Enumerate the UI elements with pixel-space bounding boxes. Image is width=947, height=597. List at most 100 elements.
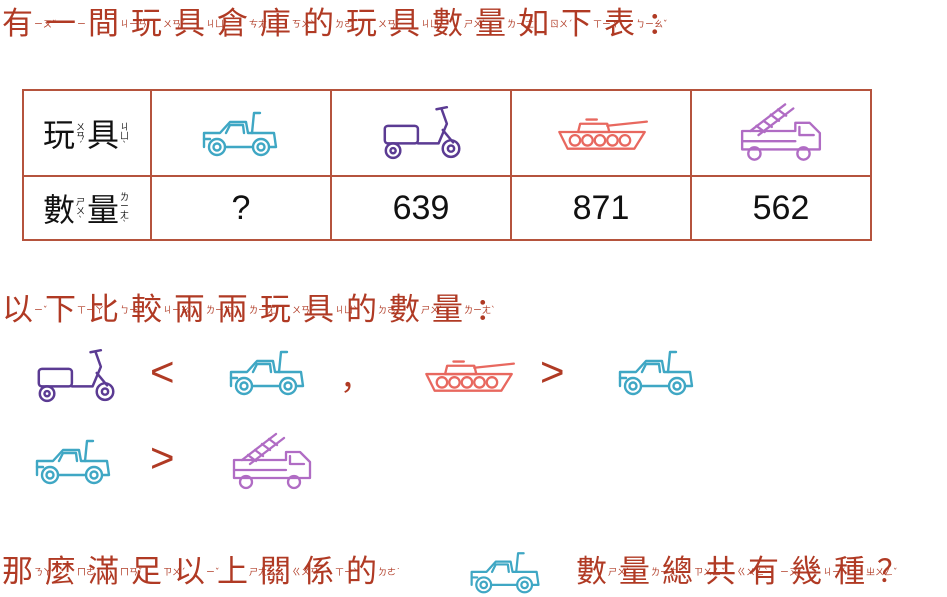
zhuyin-annotation: ㄘㄤ [249,20,268,30]
text-char: 數 [576,554,607,590]
less-than-sign: < [150,348,175,395]
text-char: 數 [42,191,75,229]
jeep-icon [35,439,111,485]
text-char: 玩 [346,6,377,42]
compare-intro: 以ㄧˇ下ㄒㄧㄚˋ比ㄅㄧˇ較ㄐㄧㄠˋ兩ㄌㄧㄤˇ兩ㄌㄧㄤˇ玩ㄨㄢˊ具ㄐㄩˋ的ㄉㄜ˙數… [2,290,506,330]
zhuyin-annotation: ㄒㄧㄚˋ [593,20,625,30]
text-char: 關 [260,554,291,590]
zhuyin-annotation: ㄕㄤˋ [249,568,272,578]
zhuyin-annotation: ㄌㄧㄤˋ [507,20,539,30]
count-cell-fire-truck: 562 [690,175,872,241]
zhuyin-annotation: ㄐㄧㄠˋ [163,306,195,316]
tank-icon [558,118,648,150]
text-char: 總 [662,554,693,590]
text-char: 共 [705,554,736,590]
text-char: 係 [303,554,334,590]
zhuyin-annotation: ㄐㄩˋ [335,306,358,316]
zhuyin-annotation: ㄉㄜ˙ [378,568,401,578]
text-char: 量 [475,6,506,42]
count-cell-jeep: ? [150,175,332,241]
toy-cell [690,89,872,177]
zhuyin-annotation: ㄐㄩˋ [421,20,444,30]
zhuyin-annotation: ㄧˇ [34,306,48,316]
zhuyin-annotation: ㄖㄨˊ [550,20,573,30]
zhuyin-annotation: ㄨㄢˊ [163,20,186,30]
text-char: 數 [389,292,420,328]
text-char: 間 [88,6,119,42]
greater-than-sign: > [540,348,565,395]
zhuyin-annotation: ㄇㄜ˙ [77,568,100,578]
toy-cell [150,89,332,177]
text-char: 量 [432,292,463,328]
zhuyin-annotation: ㄌㄧㄤˋ [464,306,496,316]
text-char: 的 [303,6,334,42]
text-char: 種 [834,554,865,590]
zhuyin-annotation: ㄕㄨˋ [608,568,631,578]
text-char: 玩 [260,292,291,328]
final-question-part1: 那ㄋㄚˋ麼ㄇㄜ˙滿ㄇㄢˇ足ㄗㄨˊ以ㄧˇ上ㄕㄤˋ關ㄍㄨㄢ係ㄒㄧˋ的ㄉㄜ˙ [2,552,401,592]
row-header-count: 數ㄕㄨˋ 量ㄌㄧㄤˋ [22,175,152,241]
zhuyin-annotation: ㄌㄧㄤˋ [651,568,683,578]
text-char: 有 [748,554,779,590]
zhuyin-annotation: ㄨㄢˊ [378,20,401,30]
text-char: 兩 [174,292,205,328]
zhuyin-annotation: ㄎㄨˋ [292,20,315,30]
text-char: 玩 [42,116,75,154]
text-char: 量 [87,191,120,229]
text-char: 有 [2,6,33,42]
zhuyin-annotation: ㄋㄚˋ [34,568,57,578]
final-question-part2: 數ㄕㄨˋ量ㄌㄧㄤˋ總ㄗㄨㄥˇ共ㄍㄨㄥˋ有ㄧㄡˇ幾ㄐㄧˇ種ㄓㄨㄥˇ？ [576,552,908,592]
greater-than-sign: > [150,434,175,481]
zhuyin-annotation: ㄒㄧㄚˋ [77,306,109,316]
jeep-icon [618,350,694,396]
text-char: 上 [217,554,248,590]
text-char: 滿 [88,554,119,590]
zhuyin-annotation: ㄐㄧㄢ [120,20,148,30]
fire-truck-icon [232,432,312,490]
text-char: 的 [346,292,377,328]
text-char: 的 [346,554,377,590]
zhuyin-annotation: ㄕㄨˋ [76,197,86,226]
jeep-icon [202,111,278,157]
question-intro: 有ㄧㄡˇ一ㄧ間ㄐㄧㄢ玩ㄨㄢˊ具ㄐㄩˋ倉ㄘㄤ庫ㄎㄨˋ的ㄉㄜ˙玩ㄨㄢˊ具ㄐㄩˋ數ㄕㄨ… [2,4,678,44]
text-char: 倉 [217,6,248,42]
text-char: 玩 [131,6,162,42]
text-char: 具 [303,292,334,328]
text-char: ： [647,6,678,42]
text-char: 比 [88,292,119,328]
zhuyin-annotation: ㄓㄨㄥˇ [866,568,898,578]
table-row: 玩ㄨㄢˊ 具ㄐㄩˋ [22,89,872,177]
zhuyin-annotation: ㄅㄧㄠˇ [636,20,668,30]
zhuyin-annotation: ㄌㄧㄤˋ [120,193,130,230]
text-char: 下 [561,6,592,42]
text-char: 一 [45,6,76,42]
count-cell-scooter: 639 [330,175,512,241]
text-char: 足 [131,554,162,590]
zhuyin-annotation: ㄌㄧㄤˇ [249,306,281,316]
zhuyin-annotation: ㄧㄡˇ [780,568,803,578]
text-char: 如 [518,6,549,42]
text-char: 幾 [791,554,822,590]
zhuyin-annotation: ㄇㄢˇ [120,568,143,578]
zhuyin-annotation: ㄐㄩˋ [120,122,130,151]
zhuyin-annotation: ㄕㄨˋ [464,20,487,30]
text-char: 那 [2,554,33,590]
text-char: 量 [619,554,650,590]
zhuyin-annotation: ㄐㄧˇ [823,568,846,578]
count-cell-tank: 871 [510,175,692,241]
text-char: 麼 [45,554,76,590]
zhuyin-annotation: ㄅㄧˇ [120,306,143,316]
text-char: 兩 [217,292,248,328]
zhuyin-annotation: ㄕㄨˋ [421,306,444,316]
text-char: 數 [432,6,463,42]
jeep-icon [470,552,540,594]
toy-cell [510,89,692,177]
text-char: 具 [389,6,420,42]
toy-count-table: 玩ㄨㄢˊ 具ㄐㄩˋ 數ㄕㄨˋ 量ㄌㄧㄤˋ ? 639 871 562 [22,89,872,241]
text-char: 具 [87,116,120,154]
text-char: 以 [174,554,205,590]
fire-truck-icon [740,103,822,161]
zhuyin-annotation: ㄒㄧˋ [335,568,358,578]
comma-separator: ， [340,360,373,396]
zhuyin-annotation: ㄍㄨㄢ [292,568,320,578]
